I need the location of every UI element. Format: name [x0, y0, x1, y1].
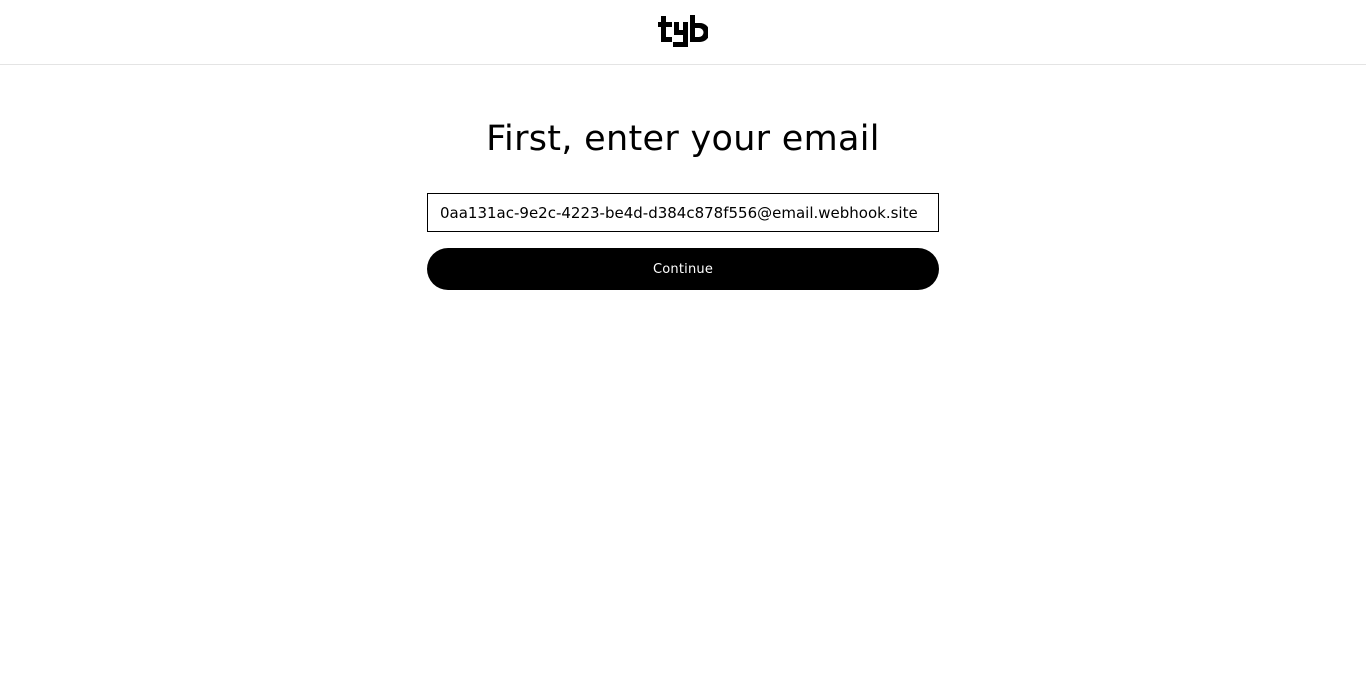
tyb-logo-icon	[658, 15, 708, 47]
page-title: First, enter your email	[486, 119, 880, 159]
logo-link[interactable]	[658, 15, 708, 48]
top-bar	[0, 0, 1366, 65]
main-content: First, enter your email Continue	[0, 65, 1366, 290]
email-form: Continue	[427, 193, 939, 290]
email-field[interactable]	[427, 193, 939, 232]
continue-button[interactable]: Continue	[427, 248, 939, 290]
